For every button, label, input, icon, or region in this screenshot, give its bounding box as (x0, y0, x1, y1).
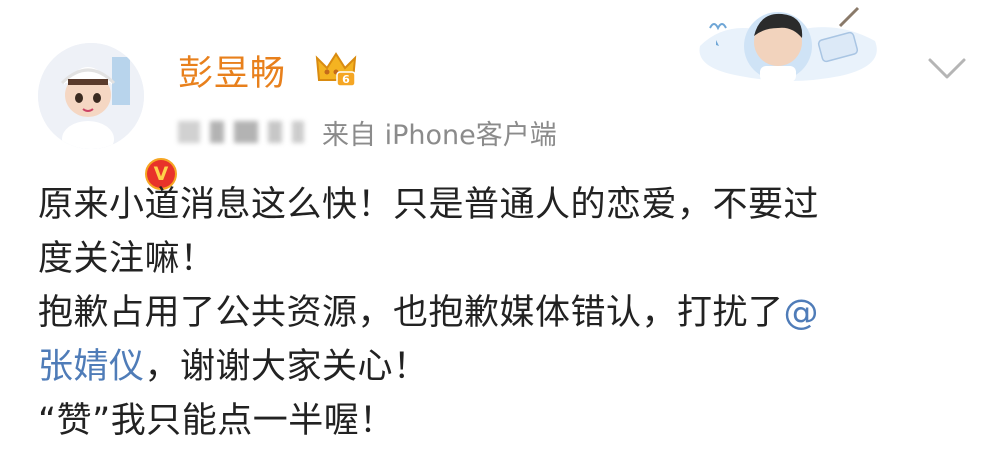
content-line: “赞”我只能点一半喔！ (38, 401, 395, 441)
content-text: 抱歉占用了公共资源，也抱歉媒体错认，打扰了 (38, 293, 784, 333)
content-line: 张婧仪，谢谢大家关心！ (38, 340, 968, 394)
post-content: 原来小道消息这么快！只是普通人的恋爱，不要过 度关注嘛！ 抱歉占用了公共资源，也… (38, 178, 968, 448)
post-meta: 来自 iPhone客户端 (178, 112, 557, 152)
avatar[interactable]: V (38, 43, 180, 193)
crown-icon[interactable]: 6 (315, 50, 357, 88)
mention-at[interactable]: @ (784, 293, 820, 333)
timestamp-blurred (178, 121, 304, 143)
content-line: 抱歉占用了公共资源，也抱歉媒体错认，打扰了@ (38, 286, 968, 340)
username[interactable]: 彭昱畅 (178, 45, 286, 96)
avatar-illustration (38, 43, 144, 149)
chevron-down-icon[interactable] (927, 55, 967, 83)
content-line: 原来小道消息这么快！只是普通人的恋爱，不要过 (38, 185, 820, 225)
mention-link[interactable]: 张婧仪 (38, 347, 145, 387)
decorative-sticker (699, 6, 877, 82)
level-badge: 6 (342, 73, 350, 86)
content-line: 度关注嘛！ (38, 239, 216, 279)
content-text: ，谢谢大家关心！ (144, 347, 429, 387)
post-source[interactable]: 来自 iPhone客户端 (322, 113, 557, 152)
